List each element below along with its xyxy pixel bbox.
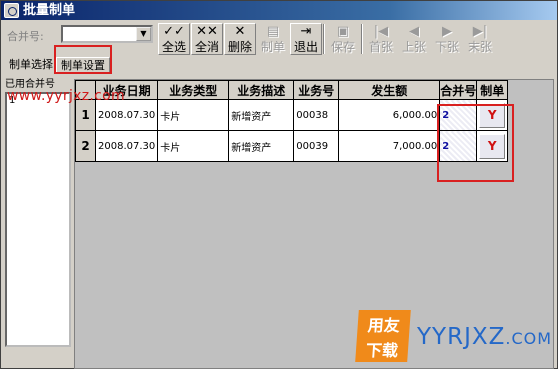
toolbar-separator [361,24,363,54]
cell-type[interactable]: 卡片 [157,99,230,131]
merge-number-label: 合并号: [7,30,44,43]
site-brand: YYRJXZ.COM [417,324,552,350]
prev-icon: ◀ [409,24,419,39]
row-number: 2 [75,130,96,162]
last-icon: ▶| [472,24,488,39]
exit-button[interactable]: ⇥ 退出 [290,23,322,55]
next-page-button[interactable]: ▶ 下张 [431,23,463,55]
prev-page-label: 上张 [401,40,426,54]
cell-date[interactable]: 2008.07.30 [94,99,159,131]
select-all-button[interactable]: ✓✓ 全选 [158,23,190,55]
logo-text-top: 用友 [367,316,401,335]
cell-no[interactable]: 00038 [293,99,340,131]
first-page-button[interactable]: |◀ 首张 [365,23,397,55]
cell-desc[interactable]: 新增资产 [228,130,295,162]
batch-voucher-window: 批量制单 合并号: ▼ ✓✓ 全选 ✕✕ 全消 ✕ 删除 ▤ 制单 ⇥ 退出 ▣… [0,0,558,369]
exit-label: 退出 [293,40,318,54]
voucher-icon: ▤ [266,24,280,39]
select-all-label: 全选 [161,40,186,54]
row-number: 1 [75,99,96,131]
annotation-box-columns [437,104,514,182]
site-watermark: www.yyrjxz.com [7,88,125,104]
cell-desc[interactable]: 新增资产 [228,99,295,131]
clear-all-button[interactable]: ✕✕ 全消 [191,23,223,55]
col-header-no: 业务号 [293,80,340,100]
last-page-label: 末张 [467,40,492,54]
used-merge-number-list[interactable]: 1 [5,92,71,347]
check-all-icon: ✓✓ [163,24,185,39]
first-page-label: 首张 [368,40,393,54]
delete-label: 删除 [227,40,252,54]
col-header-type: 业务类型 [157,80,230,100]
merge-number-select[interactable]: ▼ [61,25,153,43]
save-label: 保存 [330,40,355,54]
last-page-button[interactable]: ▶| 末张 [464,23,496,55]
save-button[interactable]: ▣ 保存 [327,23,359,55]
delete-icon: ✕ [234,24,246,39]
logo-text-bottom: 下载 [365,341,399,360]
used-merge-number-panel: 已用合并号 1 [5,79,71,351]
uncheck-all-icon: ✕✕ [196,24,218,39]
cell-date[interactable]: 2008.07.30 [94,130,159,162]
annotation-box-tab [54,45,112,74]
make-voucher-button[interactable]: ▤ 制单 [257,23,289,55]
cell-no[interactable]: 00039 [293,130,340,162]
app-icon [4,3,19,18]
clear-all-label: 全消 [194,40,219,54]
save-icon: ▣ [336,24,350,39]
cell-amount[interactable]: 7,000.00 [338,130,441,162]
tab-voucher-select[interactable]: 制单选择 [5,57,57,74]
window-title: 批量制单 [23,3,76,18]
site-brand-name: YYRJXZ [417,324,506,350]
title-bar: 批量制单 [1,1,557,20]
col-header-merge: 合并号 [439,80,478,100]
cell-type[interactable]: 卡片 [157,130,230,162]
col-header-make: 制单 [476,80,509,100]
table-header-row: 业务日期 业务类型 业务描述 业务号 发生额 合并号 制单 [75,80,509,100]
brand-logo: 用友 下载 [355,310,411,362]
delete-button[interactable]: ✕ 删除 [224,23,256,55]
col-header-desc: 业务描述 [228,80,295,100]
prev-page-button[interactable]: ◀ 上张 [398,23,430,55]
toolbar-separator [323,24,325,54]
exit-icon: ⇥ [300,24,312,39]
cell-amount[interactable]: 6,000.00 [338,99,441,131]
site-brand-suffix: .COM [505,329,553,348]
first-icon: |◀ [373,24,389,39]
chevron-down-icon[interactable]: ▼ [136,27,151,41]
col-header-amount: 发生额 [338,80,441,100]
next-page-label: 下张 [434,40,459,54]
make-voucher-label: 制单 [260,40,285,54]
next-icon: ▶ [442,24,452,39]
